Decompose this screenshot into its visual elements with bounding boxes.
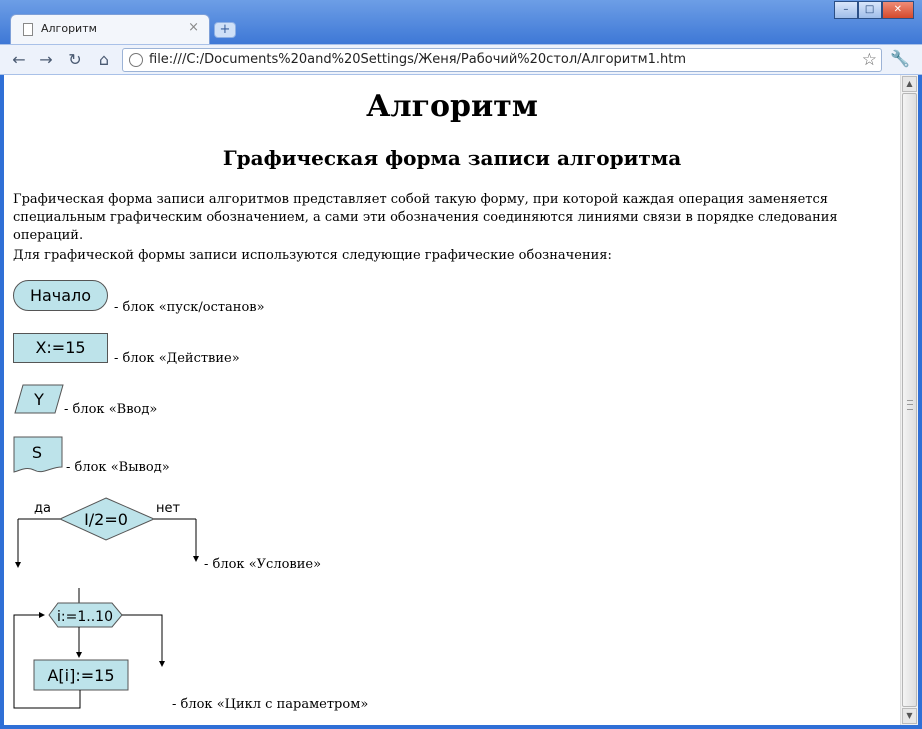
scroll-thumb[interactable]: [902, 93, 917, 707]
scroll-down-button[interactable]: ▼: [902, 708, 917, 724]
document-icon: [23, 23, 33, 36]
scroll-up-button[interactable]: ▲: [902, 76, 917, 92]
wrench-icon[interactable]: 🔧: [890, 49, 910, 68]
condition-block-text: I/2=0: [84, 510, 128, 529]
loop-body-text: A[i]:=15: [47, 666, 114, 685]
terminal-block: Начало: [13, 280, 108, 311]
terminal-label: - блок «пуск/останов»: [114, 300, 265, 315]
usage-paragraph: Для графической формы записи используютс…: [13, 248, 612, 263]
page-icon: [129, 53, 143, 67]
close-window-button[interactable]: ✕: [881, 1, 914, 19]
page-title: Алгоритм: [366, 89, 538, 124]
browser-window: Алгоритм × + – □ ✕ ← → ↻ ⌂ file:///C:/Do…: [0, 0, 922, 729]
condition-yes: да: [34, 501, 51, 516]
maximize-button[interactable]: □: [857, 1, 882, 19]
loop-block: i:=1..10 A[i]:=15: [12, 586, 172, 712]
new-tab-button[interactable]: +: [214, 22, 236, 38]
vertical-scrollbar[interactable]: ▲ ▼: [900, 75, 918, 725]
output-block-text: S: [32, 443, 42, 462]
input-label: - блок «Ввод»: [64, 402, 158, 417]
forward-icon[interactable]: →: [35, 49, 57, 71]
action-block: X:=15: [13, 333, 108, 363]
loop-header-text: i:=1..10: [57, 609, 113, 625]
intro-paragraph: Графическая форма записи алгоритмов пред…: [13, 192, 838, 243]
address-bar[interactable]: file:///C:/Documents%20and%20Settings/Же…: [122, 48, 882, 72]
bookmark-star-icon[interactable]: ☆: [862, 50, 877, 70]
window-controls: – □ ✕: [834, 1, 914, 19]
close-tab-icon[interactable]: ×: [188, 20, 199, 35]
back-icon[interactable]: ←: [8, 49, 30, 71]
action-label: - блок «Действие»: [114, 351, 240, 366]
tab-title: Алгоритм: [41, 22, 97, 35]
input-block: Y: [13, 384, 65, 414]
url-text[interactable]: file:///C:/Documents%20and%20Settings/Же…: [149, 52, 686, 67]
minimize-button[interactable]: –: [834, 1, 858, 19]
section-title: Графическая форма записи алгоритма: [222, 146, 682, 170]
title-bar: Алгоритм × + – □ ✕: [0, 0, 922, 44]
page-content: Алгоритм Графическая форма записи алгори…: [4, 75, 900, 725]
condition-label: - блок «Условие»: [204, 557, 322, 572]
condition-no: нет: [156, 501, 180, 516]
loop-label: - блок «Цикл с параметром»: [172, 697, 369, 712]
grip-icon: [907, 400, 913, 410]
output-block: S: [13, 436, 65, 474]
condition-block: I/2=0 да нет: [10, 497, 206, 573]
input-block-text: Y: [33, 390, 44, 409]
output-label: - блок «Вывод»: [66, 460, 170, 475]
browser-toolbar: ← → ↻ ⌂ file:///C:/Documents%20and%20Set…: [0, 44, 922, 75]
home-icon[interactable]: ⌂: [93, 49, 115, 71]
reload-icon[interactable]: ↻: [64, 49, 86, 71]
browser-tab[interactable]: Алгоритм ×: [10, 14, 210, 44]
